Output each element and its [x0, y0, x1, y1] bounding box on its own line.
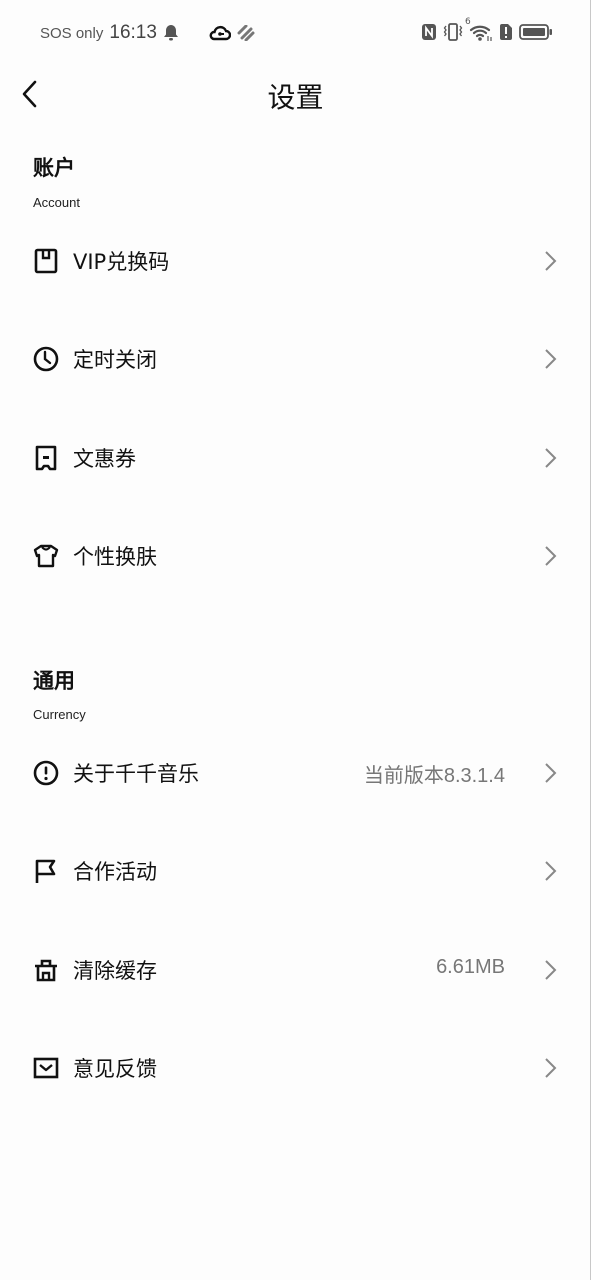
info-icon [33, 760, 59, 786]
cache-size-value: 6.61MB [436, 956, 505, 978]
row-label: 个性换肤 [73, 545, 157, 569]
clock-time: 16:13 [109, 22, 157, 43]
nfc-icon [421, 23, 437, 41]
chevron-right-icon [545, 251, 557, 271]
sim-alert-icon [499, 23, 513, 41]
row-label: 合作活动 [73, 860, 157, 884]
mail-icon [33, 1057, 59, 1079]
section-title-general: 通用 [33, 669, 75, 693]
row-about[interactable]: 关于千千音乐 当前版本8.3.1.4 [0, 743, 591, 803]
row-timer-off[interactable]: 定时关闭 [0, 329, 591, 389]
row-coupon[interactable]: 文惠券 [0, 428, 591, 488]
section-subtitle-general: Currency [33, 707, 86, 722]
wifi-icon: 6 [465, 17, 493, 42]
row-label: 文惠券 [73, 447, 136, 471]
section-title-account: 账户 [33, 156, 75, 180]
shirt-icon [33, 544, 59, 568]
status-bar: SOS only 16:13 6 [0, 0, 591, 66]
clock-icon [33, 346, 59, 372]
bookmark-icon [34, 248, 58, 274]
row-clear-cache[interactable]: 清除缓存 6.61MB [0, 940, 591, 1000]
section-subtitle-account: Account [33, 195, 80, 210]
chevron-right-icon [545, 861, 557, 881]
row-feedback[interactable]: 意见反馈 [0, 1038, 591, 1098]
row-label: 清除缓存 [73, 959, 157, 983]
heart-icon [237, 25, 255, 41]
row-vip-code[interactable]: VIP兑换码 [0, 231, 591, 291]
flag-icon [35, 859, 56, 883]
chevron-right-icon [545, 349, 557, 369]
version-value: 当前版本8.3.1.4 [363, 765, 505, 787]
row-label: 关于千千音乐 [73, 762, 199, 786]
vibrate-icon [443, 23, 463, 41]
chevron-right-icon [545, 960, 557, 980]
chevron-right-icon [545, 448, 557, 468]
cloud-icon [209, 24, 231, 42]
row-label: 定时关闭 [73, 348, 157, 372]
wifi-label: 6 [465, 17, 471, 27]
app-header: 设置 [0, 66, 591, 128]
row-label: 意见反馈 [73, 1057, 157, 1081]
row-label: VIP兑换码 [73, 250, 170, 274]
chevron-right-icon [545, 546, 557, 566]
chevron-right-icon [545, 1058, 557, 1078]
battery-icon [519, 23, 553, 41]
row-skin[interactable]: 个性换肤 [0, 526, 591, 586]
ticket-icon [35, 445, 57, 471]
carrier-text: SOS only [40, 24, 104, 42]
page-title: 设置 [267, 81, 324, 114]
bell-icon [163, 24, 179, 42]
trash-icon [35, 959, 57, 982]
chevron-right-icon [545, 763, 557, 783]
row-cooperation[interactable]: 合作活动 [0, 841, 591, 901]
